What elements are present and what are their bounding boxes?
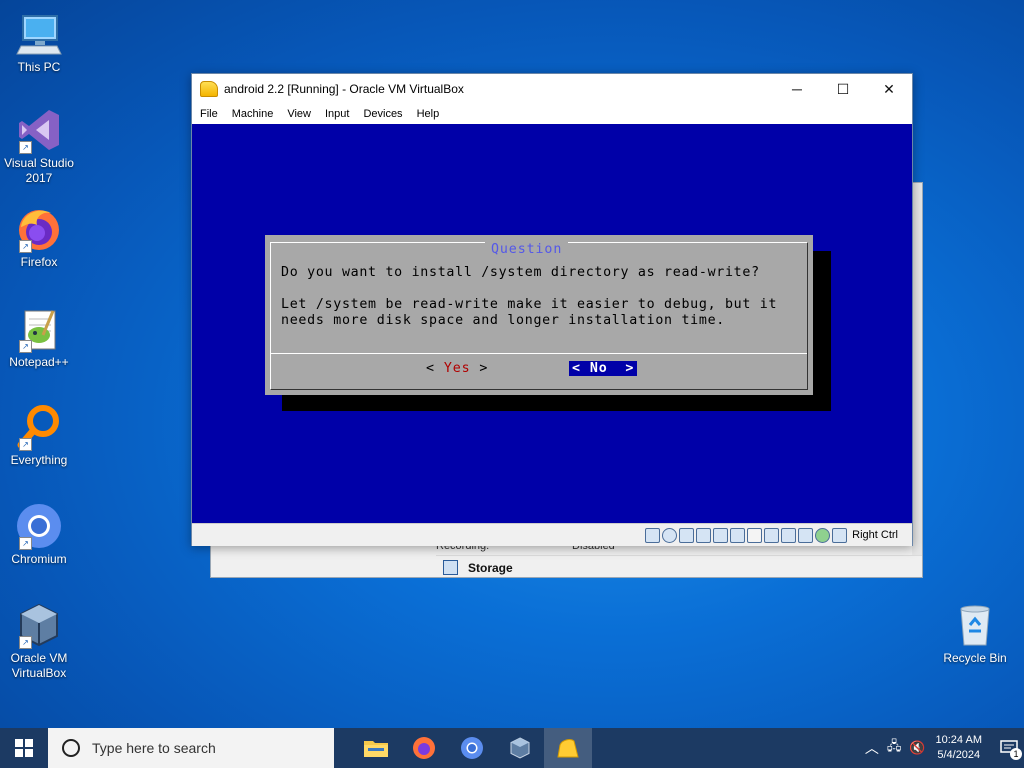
yes-label: Yes (443, 361, 471, 376)
virtualization-icon[interactable] (798, 527, 814, 543)
dialog-question: Do you want to install /system directory… (281, 265, 760, 280)
storage-label: Storage (468, 560, 513, 575)
notepad-plus-plus-icon: ↗ (15, 305, 63, 353)
shortcut-arrow-icon: ↗ (19, 141, 32, 154)
audio-icon[interactable] (679, 527, 695, 543)
desktop-icon-everything[interactable]: ↗ Everything (1, 403, 77, 468)
virtualbox-app-icon (200, 81, 218, 97)
firefox-icon (413, 737, 435, 759)
shortcut-arrow-icon: ↗ (19, 340, 32, 353)
manager-divider (436, 555, 922, 556)
dialog-separator (270, 353, 807, 354)
taskbar-clock[interactable]: 10:24 AM 5/4/2024 (936, 733, 982, 763)
desktop-icon-visual-studio[interactable]: ↗ Visual Studio 2017 (1, 106, 77, 186)
taskbar-chromium[interactable] (448, 728, 496, 768)
dialog-title: Question (485, 242, 569, 257)
vm-menubar: File Machine View Input Devices Help (192, 104, 912, 124)
cpu-icon[interactable] (781, 527, 797, 543)
desktop-icon-this-pc[interactable]: This PC (1, 10, 77, 75)
desktop-icon-label: Chromium (11, 552, 67, 566)
host-key-label: Right Ctrl (852, 529, 898, 541)
notification-count-badge: 1 (1010, 748, 1022, 760)
desktop-icon-label: Firefox (20, 255, 58, 269)
desktop-icon-label: Visual Studio 2017 (4, 156, 74, 185)
chromium-icon (461, 737, 483, 759)
mouse-integration-icon[interactable] (815, 527, 831, 543)
hard-disk-icon[interactable] (645, 527, 661, 543)
manager-scrollbar[interactable] (912, 183, 922, 555)
clock-time: 10:24 AM (935, 734, 982, 746)
menu-view[interactable]: View (287, 108, 311, 120)
vm-console-screen[interactable]: Question Do you want to install /system … (192, 124, 912, 523)
desktop-icon-firefox[interactable]: ↗ Firefox (1, 205, 77, 270)
menu-devices[interactable]: Devices (363, 108, 402, 120)
computer-icon (15, 10, 63, 58)
shortcut-arrow-icon: ↗ (19, 537, 32, 550)
taskbar-search-box[interactable]: Type here to search (48, 728, 334, 768)
menu-file[interactable]: File (200, 108, 218, 120)
recycle-bin-icon (951, 601, 999, 649)
vm-window-title: android 2.2 [Running] - Oracle VM Virtua… (224, 82, 464, 96)
yes-button[interactable]: < Yes > (426, 361, 488, 376)
desktop-icon-label: Everything (10, 453, 68, 467)
minimize-button[interactable]: ─ (774, 74, 820, 104)
shortcut-arrow-icon: ↗ (19, 636, 32, 649)
menu-input[interactable]: Input (325, 108, 349, 120)
taskbar: Type here to search ︿ 🖧 🔇 10:24 AM 5/4/2… (0, 728, 1024, 768)
desktop-icon-label: This PC (17, 60, 61, 74)
folder-icon (364, 741, 388, 757)
everything-search-icon: ↗ (15, 403, 63, 451)
search-icon (62, 739, 80, 757)
maximize-button[interactable]: ☐ (820, 74, 866, 104)
desktop-icon-label: Notepad++ (9, 355, 69, 369)
system-tray: ︿ 🖧 🔇 10:24 AM 5/4/2024 1 (865, 728, 1024, 768)
virtualbox-icon: ↗ (15, 601, 63, 649)
network-icon[interactable] (696, 527, 712, 543)
no-button[interactable]: < No > (569, 361, 638, 376)
shared-folders-icon[interactable] (730, 527, 746, 543)
storage-section-header[interactable]: Storage (443, 560, 513, 575)
display-icon[interactable] (747, 527, 763, 543)
taskbar-virtualbox[interactable] (496, 728, 544, 768)
dialog-body-line-1: Let /system be read-write make it easier… (281, 297, 778, 312)
usb-icon[interactable] (713, 527, 729, 543)
video-capture-icon[interactable] (764, 527, 780, 543)
keyboard-capture-icon[interactable] (832, 527, 848, 543)
dialog-body-line-2: needs more disk space and longer install… (281, 313, 725, 328)
desktop-icon-label: Oracle VM VirtualBox (10, 651, 68, 680)
vm-statusbar: Right Ctrl (192, 523, 912, 546)
start-button[interactable] (0, 728, 48, 768)
search-placeholder: Type here to search (92, 740, 216, 756)
menu-help[interactable]: Help (417, 108, 440, 120)
shortcut-arrow-icon: ↗ (19, 240, 32, 253)
taskbar-vm-android[interactable] (544, 728, 592, 768)
chromium-icon: ↗ (15, 502, 63, 550)
notification-center-button[interactable]: 1 (994, 728, 1024, 768)
menu-machine[interactable]: Machine (232, 108, 274, 120)
volume-muted-icon[interactable]: 🔇 (909, 740, 925, 756)
storage-icon (443, 560, 458, 575)
windows-logo-icon (15, 739, 33, 757)
optical-drive-icon[interactable] (662, 527, 678, 543)
close-button[interactable]: ✕ (866, 74, 912, 104)
question-dialog: Question Do you want to install /system … (265, 235, 813, 395)
desktop-icon-chromium[interactable]: ↗ Chromium (1, 502, 77, 567)
visual-studio-icon: ↗ (15, 106, 63, 154)
shortcut-arrow-icon: ↗ (19, 438, 32, 451)
clock-date: 5/4/2024 (937, 749, 981, 761)
taskbar-firefox[interactable] (400, 728, 448, 768)
no-label: No (589, 361, 608, 376)
desktop-icon-notepad-plus-plus[interactable]: ↗ Notepad++ (1, 305, 77, 370)
vm-running-icon (557, 739, 579, 758)
network-icon[interactable]: 🖧 (887, 737, 902, 759)
desktop-icon-label: Recycle Bin (943, 651, 1007, 665)
vm-titlebar[interactable]: android 2.2 [Running] - Oracle VM Virtua… (192, 74, 912, 104)
virtualbox-icon (510, 737, 530, 759)
firefox-icon: ↗ (15, 205, 63, 253)
desktop-icon-virtualbox[interactable]: ↗ Oracle VM VirtualBox (1, 601, 77, 681)
desktop-icon-recycle-bin[interactable]: Recycle Bin (937, 601, 1013, 666)
vm-window[interactable]: android 2.2 [Running] - Oracle VM Virtua… (191, 73, 913, 546)
taskbar-file-explorer[interactable] (352, 728, 400, 768)
show-hidden-icons-chevron-icon[interactable]: ︿ (865, 738, 879, 758)
